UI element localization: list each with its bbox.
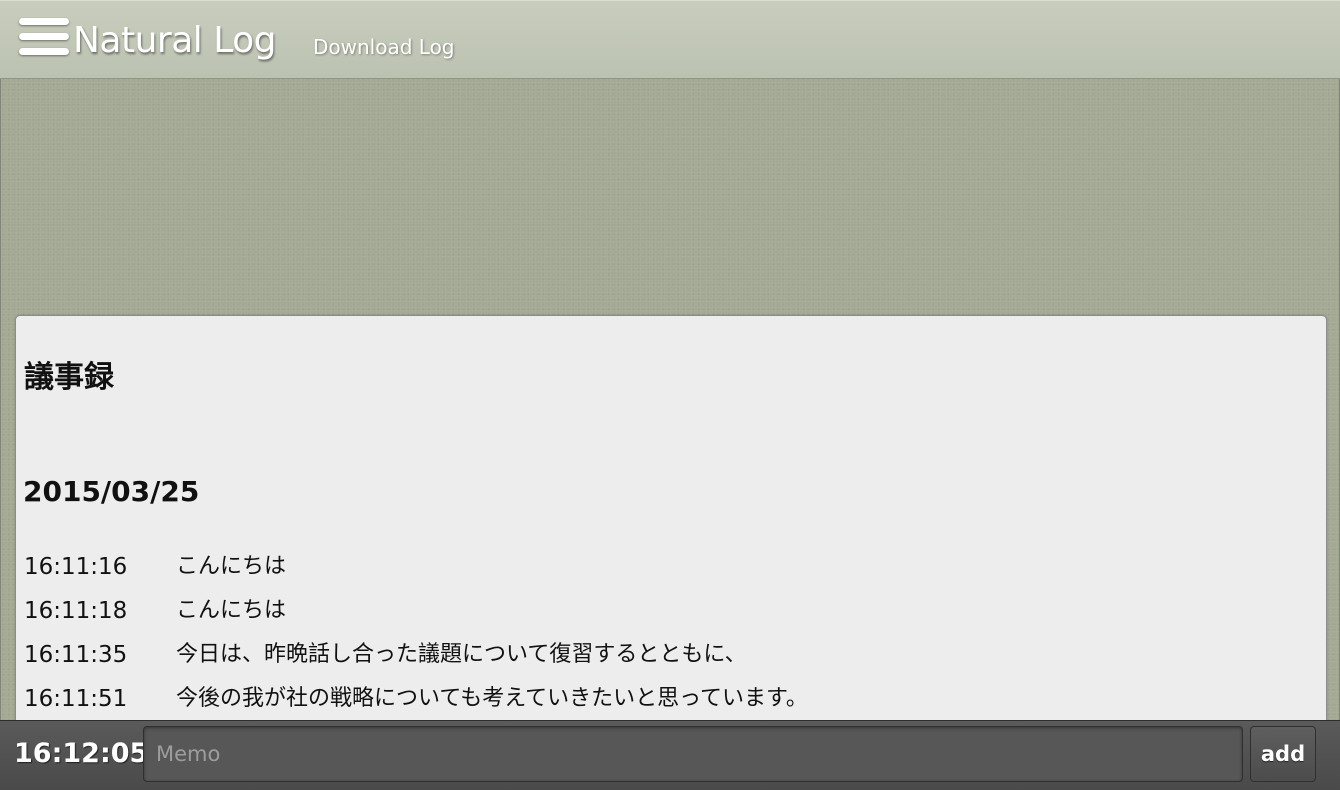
- log-entry-time: 16:11:51: [24, 686, 128, 712]
- log-entry: 16:11:35 今日は、昨晩話し合った議題について復習するとともに、: [24, 640, 808, 684]
- log-entry: 16:11:16 こんにちは: [24, 552, 808, 596]
- app-title: Natural Log: [73, 20, 277, 61]
- memo-input[interactable]: [143, 726, 1243, 782]
- menu-bar-bottom: [19, 48, 69, 55]
- log-entry-time: 16:11:16: [24, 554, 128, 580]
- menu-bar-middle: [19, 33, 69, 40]
- log-list: 16:11:16 こんにちは 16:11:18 こんにちは 16:11:35 今…: [24, 552, 808, 728]
- log-entry-text: こんにちは: [176, 598, 287, 623]
- log-date: 2015/03/25: [23, 475, 200, 508]
- download-log-link[interactable]: Download Log: [313, 34, 455, 60]
- minutes-panel: 議事録 2015/03/25 16:11:16 こんにちは 16:11:18 こ…: [15, 315, 1327, 737]
- log-entry-time: 16:11:35: [24, 642, 128, 668]
- document-title: 議事録: [24, 360, 114, 395]
- log-entry-time: 16:11:18: [24, 598, 128, 624]
- current-time-display: 16:12:05: [14, 738, 149, 769]
- log-entry-text: こんにちは: [176, 554, 287, 579]
- memo-input-bar: 16:12:05 add: [0, 720, 1340, 790]
- app-header: Natural Log Download Log: [0, 0, 1340, 79]
- log-entry-text: 今日は、昨晩話し合った議題について復習するとともに、: [176, 642, 747, 667]
- menu-bar-top: [19, 18, 69, 25]
- hamburger-menu-icon[interactable]: [19, 18, 69, 56]
- log-entry-text: 今後の我が社の戦略についても考えていきたいと思っています。: [176, 686, 808, 711]
- add-button[interactable]: add: [1250, 726, 1316, 782]
- log-entry: 16:11:18 こんにちは: [24, 596, 808, 640]
